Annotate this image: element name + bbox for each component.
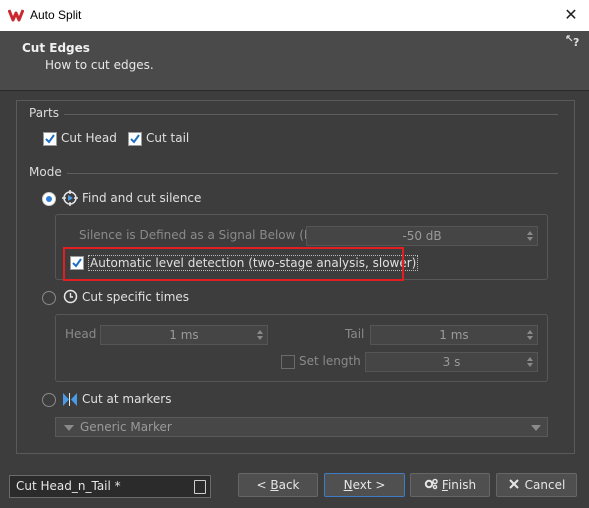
spin-arrows-icon[interactable]: [526, 327, 534, 343]
finish-button[interactable]: Finish: [410, 473, 490, 497]
parts-divider: [64, 114, 558, 115]
tail-label: Tail: [345, 327, 365, 341]
page-title: Cut Edges: [22, 41, 90, 55]
cut-tail-checkbox[interactable]: [128, 132, 142, 146]
dropdown-arrow-left-icon: [64, 425, 74, 431]
title-bar: Auto Split ✕: [0, 0, 589, 32]
cancel-label: Cancel: [524, 478, 566, 492]
page-subtitle: How to cut edges.: [45, 58, 154, 72]
parts-section-label: Parts: [29, 106, 59, 120]
find-cut-silence-label: Find and cut silence: [82, 191, 202, 205]
head-value: 1 ms: [169, 328, 199, 342]
next-rest: ext >: [352, 478, 386, 492]
silence-threshold-spinbox[interactable]: -50 dB: [306, 226, 538, 246]
window-title: Auto Split: [30, 8, 82, 22]
tail-value: 1 ms: [439, 328, 469, 342]
back-mnemonic: B: [270, 478, 279, 492]
markers-icon: [62, 392, 78, 407]
silence-target-icon: [62, 190, 78, 206]
cut-at-markers-radio[interactable]: [42, 393, 56, 407]
silence-threshold-value: -50 dB: [402, 229, 442, 243]
find-cut-silence-radio[interactable]: [42, 192, 56, 206]
back-prefix: <: [256, 478, 271, 492]
help-question-mark: ?: [573, 36, 580, 49]
cut-specific-times-label: Cut specific times: [82, 290, 190, 304]
cut-head-label: Cut Head: [61, 131, 117, 145]
set-length-label: Set length: [299, 354, 361, 368]
spin-arrows-icon[interactable]: [526, 228, 534, 244]
cut-at-markers-label: Cut at markers: [82, 392, 172, 406]
app-logo-icon: [7, 8, 25, 22]
next-mnemonic: N: [343, 478, 353, 492]
context-help-icon[interactable]: ?: [566, 34, 584, 49]
preset-name: Cut Head_n_Tail *: [16, 479, 121, 493]
next-button[interactable]: Next >: [324, 473, 405, 497]
cut-head-checkbox[interactable]: [43, 132, 57, 146]
back-rest: ack: [278, 478, 300, 492]
mode-divider: [67, 173, 558, 174]
cancel-button[interactable]: Cancel: [496, 473, 577, 497]
preset-field[interactable]: Cut Head_n_Tail *: [9, 475, 211, 498]
marker-type-dropdown[interactable]: Generic Marker: [55, 417, 548, 437]
set-length-spinbox[interactable]: 3 s: [365, 352, 538, 372]
close-window-button[interactable]: ✕: [555, 3, 587, 27]
spin-arrows-icon[interactable]: [526, 354, 534, 370]
preset-document-icon[interactable]: [194, 480, 206, 494]
tail-spinbox[interactable]: 1 ms: [370, 325, 538, 345]
chevron-down-icon[interactable]: [531, 425, 541, 431]
clock-icon: [63, 289, 78, 304]
wizard-header: Cut Edges How to cut edges. ?: [0, 31, 589, 91]
head-spinbox[interactable]: 1 ms: [100, 325, 268, 345]
gears-icon: [424, 475, 438, 490]
back-button[interactable]: < Back: [238, 473, 318, 497]
silence-threshold-label: Silence is Defined as a Signal Below (RM…: [79, 228, 335, 242]
set-length-checkbox[interactable]: [281, 355, 295, 369]
finish-rest: inish: [447, 478, 477, 492]
set-length-value: 3 s: [442, 355, 461, 369]
spin-arrows-icon[interactable]: [256, 327, 264, 343]
cut-tail-label: Cut tail: [146, 131, 190, 145]
mode-section-label: Mode: [29, 165, 62, 179]
close-icon: [508, 475, 520, 489]
marker-type-value: Generic Marker: [80, 420, 172, 434]
cut-specific-times-radio[interactable]: [42, 291, 56, 305]
head-label: Head: [65, 327, 97, 341]
highlight-annotation: [63, 247, 404, 281]
